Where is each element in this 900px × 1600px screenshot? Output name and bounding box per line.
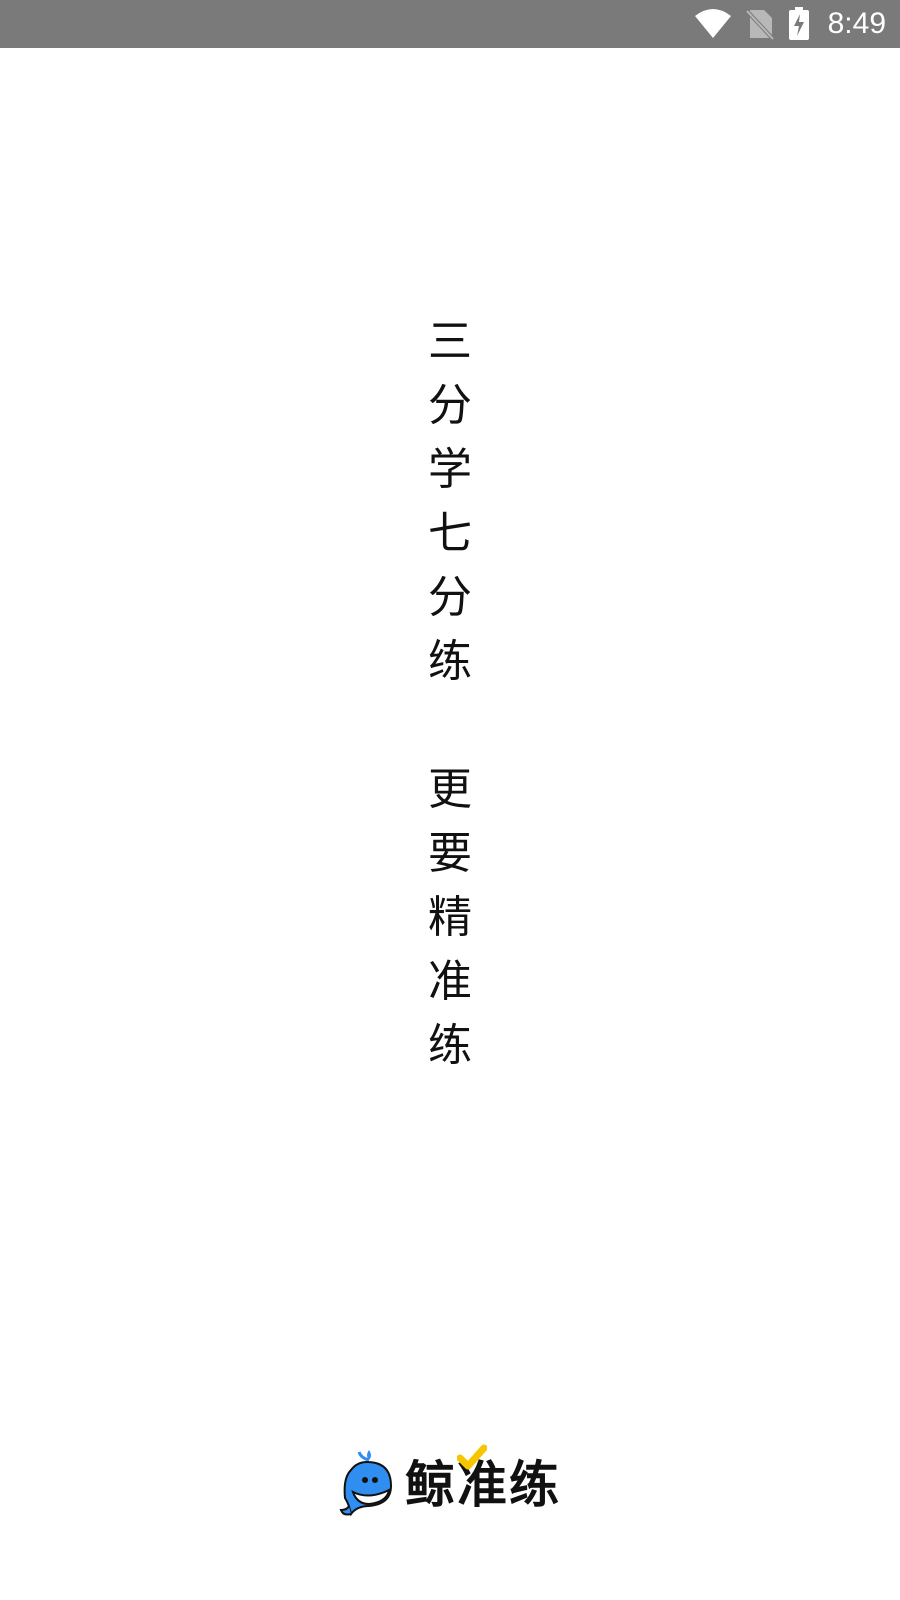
status-bar: 8:49 <box>0 0 900 48</box>
brand-name-wrap: 鲸准练 <box>405 1444 561 1520</box>
slogan-char: 更 <box>428 764 472 815</box>
check-mark-icon <box>457 1444 487 1470</box>
status-time: 8:49 <box>827 7 886 40</box>
slogan-char: 要 <box>428 828 472 879</box>
slogan: 三 分 学 七 分 练 更 要 精 准 练 <box>0 310 900 1078</box>
slogan-char: 练 <box>428 1020 472 1071</box>
battery-charging-icon <box>788 7 810 41</box>
whale-mascot-icon <box>339 1448 395 1522</box>
brand-logo: 鲸准练 <box>0 1444 900 1522</box>
slogan-char: 练 <box>428 636 472 687</box>
slogan-char: 七 <box>428 508 472 559</box>
slogan-char: 分 <box>428 572 472 623</box>
slogan-line-1: 三 分 学 七 分 练 <box>418 310 482 694</box>
no-sim-icon <box>745 8 774 40</box>
slogan-char: 三 <box>428 316 472 367</box>
wifi-icon <box>694 8 732 40</box>
status-icons: 8:49 <box>694 0 886 48</box>
slogan-char: 精 <box>428 892 472 943</box>
slogan-line-2: 更 要 精 准 练 <box>418 758 482 1078</box>
slogan-char: 准 <box>428 956 472 1007</box>
slogan-char: 学 <box>428 444 472 495</box>
slogan-char: 分 <box>428 380 472 431</box>
